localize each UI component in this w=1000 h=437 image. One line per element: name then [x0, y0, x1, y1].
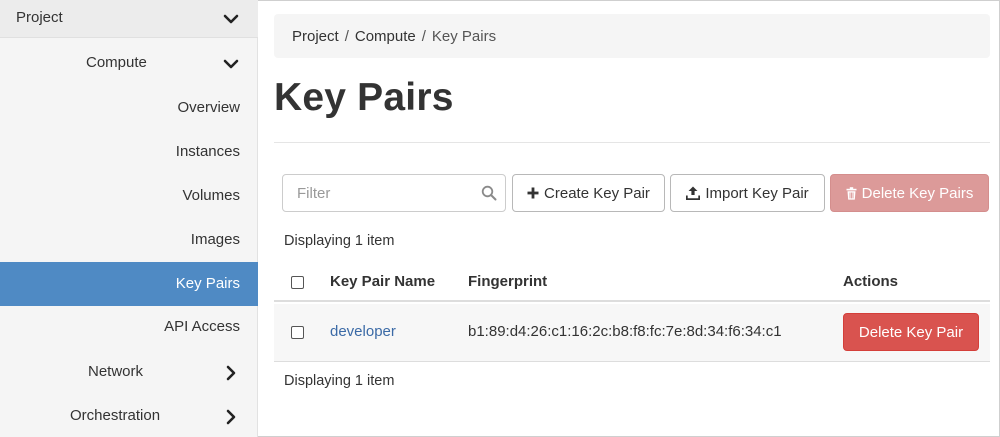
- breadcrumb-current: Key Pairs: [431, 27, 497, 45]
- sidebar-item-orchestration[interactable]: Orchestration: [0, 394, 258, 437]
- upload-icon: [686, 186, 701, 200]
- sidebar-item-volumes[interactable]: Volumes: [0, 174, 258, 218]
- sidebar-item-label: Network: [88, 363, 144, 380]
- sidebar-item-label: Compute: [86, 54, 147, 71]
- breadcrumb: Project / Compute / Key Pairs: [274, 14, 990, 58]
- search-icon[interactable]: [481, 185, 497, 201]
- delete-key-pair-button[interactable]: Delete Key Pair: [843, 313, 979, 351]
- key-pair-name-link[interactable]: developer: [330, 323, 396, 340]
- table-row: developer b1:89:d4:26:c1:16:2c:b8:f8:fc:…: [274, 304, 990, 362]
- page-title: Key Pairs: [274, 76, 454, 119]
- filter-input[interactable]: [283, 175, 473, 211]
- sidebar: Project Compute Overview Instances Volum…: [0, 0, 258, 437]
- sidebar-item-instances[interactable]: Instances: [0, 130, 258, 174]
- sidebar-item-project[interactable]: Project: [0, 0, 258, 38]
- chevron-down-icon: [223, 56, 239, 72]
- row-select-checkbox[interactable]: [291, 326, 304, 339]
- trash-icon: [846, 186, 857, 200]
- sidebar-item-label: Images: [190, 231, 240, 248]
- delete-key-pairs-label: Delete Key Pairs: [861, 184, 974, 202]
- sidebar-item-label: Overview: [177, 99, 240, 116]
- chevron-right-icon: [223, 365, 239, 381]
- delete-key-pairs-button[interactable]: Delete Key Pairs: [830, 174, 989, 212]
- column-header-name[interactable]: Key Pair Name: [330, 273, 435, 290]
- column-header-fingerprint[interactable]: Fingerprint: [468, 273, 547, 290]
- create-key-pair-button[interactable]: Create Key Pair: [512, 174, 665, 212]
- sidebar-item-label: Key Pairs: [175, 275, 240, 292]
- item-count-summary: Displaying 1 item: [284, 233, 395, 249]
- select-all-checkbox[interactable]: [291, 276, 304, 289]
- sidebar-item-label: Instances: [175, 143, 240, 160]
- item-count-summary: Displaying 1 item: [284, 373, 395, 389]
- sidebar-item-label: Orchestration: [70, 407, 161, 424]
- sidebar-item-label: Project: [16, 9, 63, 26]
- sidebar-item-label: Volumes: [182, 187, 240, 204]
- sidebar-item-compute[interactable]: Compute: [0, 40, 258, 84]
- chevron-down-icon: [223, 11, 239, 27]
- filter-field: [282, 174, 506, 212]
- plus-icon: [527, 187, 539, 199]
- table-header: Key Pair Name Fingerprint Actions: [274, 262, 990, 302]
- sidebar-item-api-access[interactable]: API Access: [0, 305, 258, 349]
- sidebar-item-network[interactable]: Network: [0, 350, 258, 394]
- import-key-pair-button[interactable]: Import Key Pair: [670, 174, 825, 212]
- chevron-right-icon: [223, 409, 239, 425]
- sidebar-item-key-pairs[interactable]: Key Pairs: [0, 262, 258, 306]
- breadcrumb-separator: /: [421, 27, 426, 45]
- breadcrumb-compute[interactable]: Compute: [355, 28, 416, 45]
- create-key-pair-label: Create Key Pair: [544, 184, 650, 202]
- title-divider: [274, 142, 990, 143]
- sidebar-item-label: API Access: [164, 318, 240, 335]
- column-header-actions: Actions: [843, 273, 899, 290]
- breadcrumb-separator: /: [344, 27, 349, 45]
- breadcrumb-project[interactable]: Project: [292, 28, 339, 45]
- import-key-pair-label: Import Key Pair: [705, 184, 809, 202]
- key-pair-fingerprint: b1:89:d4:26:c1:16:2c:b8:f8:fc:7e:8d:34:f…: [468, 323, 782, 340]
- sidebar-item-images[interactable]: Images: [0, 218, 258, 262]
- sidebar-item-overview[interactable]: Overview: [0, 86, 258, 130]
